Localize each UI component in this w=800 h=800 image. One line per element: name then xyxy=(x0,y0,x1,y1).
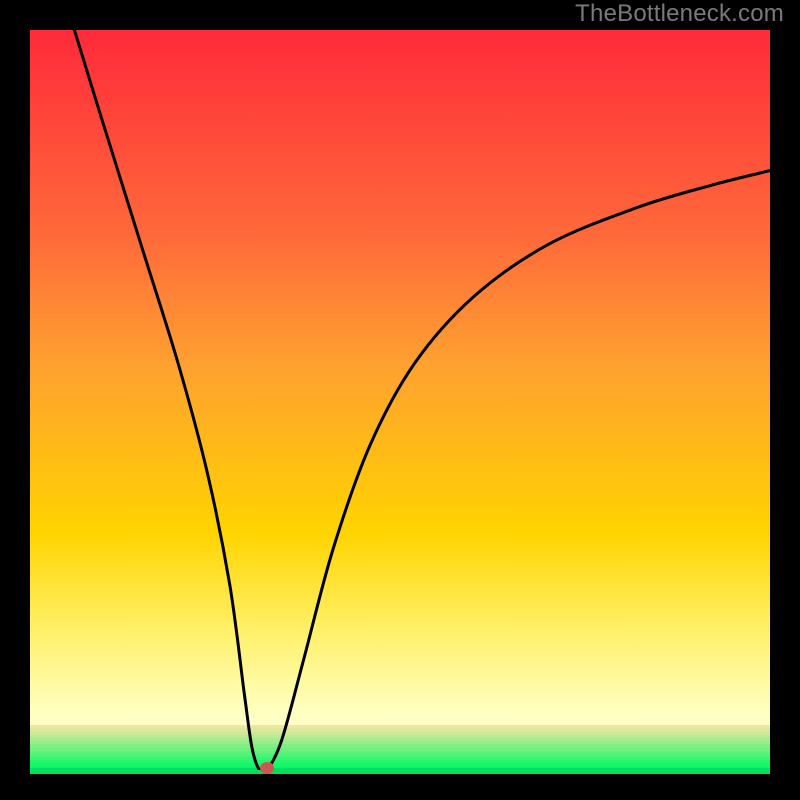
watermark-text: TheBottleneck.com xyxy=(575,0,784,28)
plot-area xyxy=(30,30,770,770)
chart-frame: TheBottleneck.com xyxy=(0,0,800,800)
